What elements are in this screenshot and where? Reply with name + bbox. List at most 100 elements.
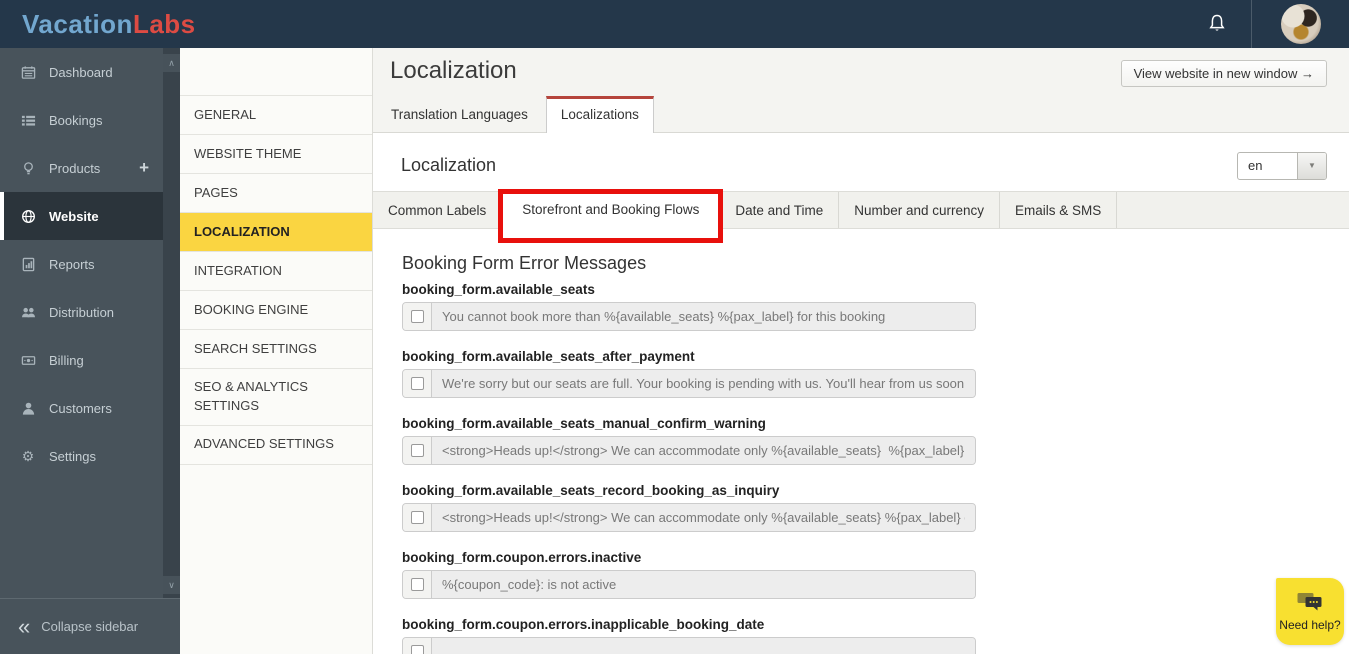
- section-heading: Booking Form Error Messages: [402, 253, 647, 273]
- vacationlabs-logo[interactable]: VacationLabs: [22, 9, 196, 40]
- sidebar-item-dashboard[interactable]: Dashboard: [0, 48, 163, 96]
- subtab-date-and-time[interactable]: Date and Time: [720, 192, 840, 228]
- subnav-item-website-theme[interactable]: WEBSITE THEME: [180, 135, 372, 174]
- subnav-item-search-settings[interactable]: SEARCH SETTINGS: [180, 330, 372, 369]
- main-content: Localization View website in new window …: [373, 48, 1349, 654]
- section-title: Localization: [401, 155, 497, 175]
- translation-input-group: [402, 369, 976, 398]
- subnav-item-seo-analytics-settings[interactable]: SEO & ANALYTICS SETTINGS: [180, 369, 372, 426]
- subnav-label: INTEGRATION: [194, 262, 282, 278]
- chevron-down-icon[interactable]: ▼: [1297, 152, 1326, 179]
- checkbox-addon: [403, 303, 432, 330]
- scroll-down-icon[interactable]: ∨: [163, 576, 180, 594]
- checkbox-addon: [403, 504, 432, 531]
- field-coupon-inactive: booking_form.coupon.errors.inactive: [402, 550, 1349, 599]
- user-menu[interactable]: [1252, 0, 1349, 48]
- translation-input[interactable]: [432, 638, 975, 654]
- field-key-label: booking_form.available_seats_manual_conf…: [402, 416, 766, 431]
- translation-input-group: [402, 436, 976, 465]
- sidebar-item-label: Dashboard: [49, 64, 113, 80]
- list-icon: [20, 112, 36, 128]
- topbar: VacationLabs: [0, 0, 1349, 48]
- billing-icon: [20, 352, 36, 368]
- page-title: Localization: [390, 57, 517, 84]
- translation-input-group: [402, 637, 976, 654]
- subnav-label: LOCALIZATION: [194, 223, 290, 239]
- checkbox-addon: [403, 571, 432, 598]
- sidebar-item-products[interactable]: Products +: [0, 144, 163, 192]
- sidebar-item-label: Distribution: [49, 304, 115, 320]
- tab-localizations[interactable]: Localizations: [545, 96, 654, 133]
- sidebar-item-label: Billing: [49, 352, 84, 368]
- sidebar-item-billing[interactable]: Billing: [0, 336, 163, 384]
- subnav-item-booking-engine[interactable]: BOOKING ENGINE: [180, 291, 372, 330]
- avatar: [1280, 4, 1321, 44]
- subnav-item-pages[interactable]: PAGES: [180, 174, 372, 213]
- subtab-number-and-currency[interactable]: Number and currency: [839, 192, 1001, 228]
- translate-checkbox[interactable]: [410, 511, 424, 524]
- field-key-label: booking_form.coupon.errors.inapplicable_…: [402, 617, 765, 632]
- logo-part-vacation: Vacation: [22, 9, 133, 39]
- translation-input[interactable]: [432, 504, 975, 531]
- checkbox-addon: [403, 370, 432, 397]
- scroll-up-icon[interactable]: ∧: [163, 54, 180, 72]
- subnav-label: WEBSITE THEME: [194, 145, 302, 161]
- translate-checkbox[interactable]: [410, 645, 424, 654]
- translation-input-group: [402, 302, 976, 331]
- double-chevron-left-icon: «: [18, 613, 31, 639]
- sidebar-scrollbar[interactable]: ∧ ∨: [163, 48, 180, 598]
- subtab-label: Storefront and Booking Flows: [522, 202, 700, 217]
- logo-part-labs: Labs: [132, 9, 196, 39]
- view-website-button[interactable]: View website in new window →: [1120, 60, 1327, 87]
- subtab-emails-sms[interactable]: Emails & SMS: [1000, 192, 1118, 228]
- subnav-label: PAGES: [194, 184, 238, 200]
- subnav-item-localization[interactable]: LOCALIZATION: [180, 213, 372, 252]
- subnav-label: ADVANCED SETTINGS: [194, 436, 334, 452]
- collapse-sidebar-label: Collapse sidebar: [41, 619, 139, 634]
- sidebar-item-customers[interactable]: Customers: [0, 384, 163, 432]
- subnav-spacer: [180, 48, 372, 96]
- subnav-label: BOOKING ENGINE: [194, 301, 309, 317]
- chat-bubbles-icon: [1297, 591, 1323, 613]
- report-icon: [20, 256, 36, 272]
- need-help-button[interactable]: Need help?: [1276, 578, 1344, 645]
- field-record-booking-as-inquiry: booking_form.available_seats_record_book…: [402, 483, 1349, 532]
- calendar-icon: [20, 64, 36, 80]
- need-help-label: Need help?: [1279, 618, 1341, 632]
- checkbox-addon: [403, 437, 432, 464]
- subnav-item-advanced-settings[interactable]: ADVANCED SETTINGS: [180, 426, 372, 465]
- sidebar-item-label: Website: [49, 208, 99, 224]
- notifications-button[interactable]: [1182, 0, 1252, 48]
- sidebar-item-distribution[interactable]: Distribution: [0, 288, 163, 336]
- translation-input[interactable]: [432, 370, 975, 397]
- add-product-icon[interactable]: +: [139, 158, 149, 178]
- field-key-label: booking_form.available_seats_after_payme…: [402, 349, 695, 364]
- sidebar-item-settings[interactable]: ⚙ Settings: [0, 432, 163, 480]
- translate-checkbox[interactable]: [410, 578, 424, 591]
- sidebar-item-reports[interactable]: Reports: [0, 240, 163, 288]
- checkbox-addon: [403, 638, 432, 654]
- sidebar-item-label: Reports: [49, 256, 95, 272]
- sidebar-item-website[interactable]: Website: [0, 192, 163, 240]
- globe-icon: [20, 208, 36, 224]
- collapse-sidebar-button[interactable]: « Collapse sidebar: [0, 598, 180, 654]
- translation-input[interactable]: [432, 303, 975, 330]
- main-tabs: Translation Languages Localizations: [373, 96, 654, 133]
- tab-translation-languages[interactable]: Translation Languages: [373, 97, 546, 133]
- primary-sidebar: Dashboard Bookings Products + Website Re…: [0, 48, 163, 598]
- translate-checkbox[interactable]: [410, 310, 424, 323]
- subnav-item-integration[interactable]: INTEGRATION: [180, 252, 372, 291]
- subnav-label: GENERAL: [194, 106, 257, 122]
- translation-input[interactable]: [432, 571, 975, 598]
- field-manual-confirm-warning: booking_form.available_seats_manual_conf…: [402, 416, 1349, 465]
- translate-checkbox[interactable]: [410, 444, 424, 457]
- translate-checkbox[interactable]: [410, 377, 424, 390]
- language-select[interactable]: en ▼: [1237, 151, 1327, 180]
- sidebar-item-bookings[interactable]: Bookings: [0, 96, 163, 144]
- translation-input[interactable]: [432, 437, 975, 464]
- subtab-storefront-and-booking-flows[interactable]: Storefront and Booking Flows: [498, 189, 724, 243]
- customer-icon: [20, 400, 36, 416]
- subnav-item-general[interactable]: GENERAL: [180, 96, 372, 135]
- subtab-common-labels[interactable]: Common Labels: [373, 192, 503, 228]
- sidebar-item-label: Customers: [49, 400, 112, 416]
